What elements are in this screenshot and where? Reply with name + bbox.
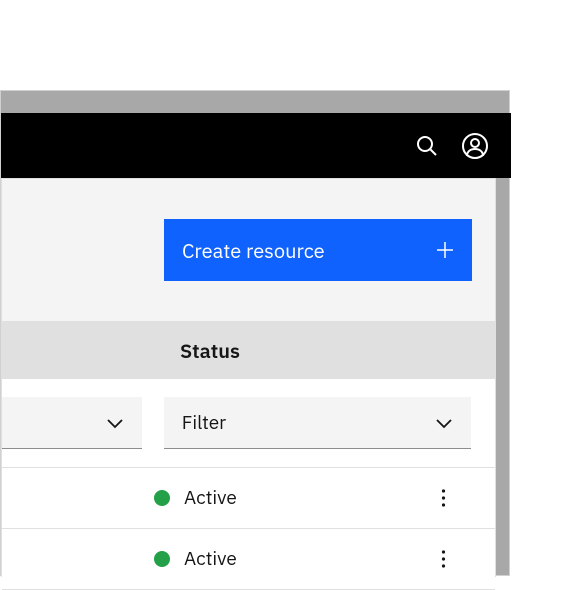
- chevron-down-icon: [106, 417, 124, 429]
- table-row: Active: [2, 529, 495, 590]
- kebab-menu-icon: [441, 488, 446, 508]
- status-indicator-icon: [154, 490, 170, 506]
- create-resource-button[interactable]: Create resource: [164, 219, 472, 281]
- status-column-header: Status: [180, 337, 240, 364]
- create-resource-label: Create resource: [182, 237, 325, 264]
- action-section: Create resource: [2, 179, 495, 321]
- header-bar: [1, 113, 511, 178]
- row-overflow-menu[interactable]: [431, 543, 455, 575]
- content-area: Create resource Status Filter: [1, 178, 496, 577]
- search-button[interactable]: [403, 122, 451, 170]
- filter-dropdown-1[interactable]: [2, 397, 142, 449]
- window-frame: Create resource Status Filter: [0, 90, 510, 576]
- plus-icon: [436, 241, 454, 259]
- filter-label: Filter: [182, 411, 226, 435]
- filter-dropdown-2[interactable]: Filter: [164, 397, 471, 449]
- kebab-menu-icon: [441, 549, 446, 569]
- status-value: Active: [184, 486, 237, 510]
- row-overflow-menu[interactable]: [431, 482, 455, 514]
- table-header-row: Status: [2, 321, 495, 379]
- filter-row: Filter: [2, 379, 495, 468]
- status-value: Active: [184, 547, 237, 571]
- table-row: Active: [2, 468, 495, 529]
- search-icon: [415, 134, 439, 158]
- chevron-down-icon: [435, 417, 453, 429]
- user-profile-button[interactable]: [451, 122, 499, 170]
- user-icon: [462, 133, 488, 159]
- status-indicator-icon: [154, 551, 170, 567]
